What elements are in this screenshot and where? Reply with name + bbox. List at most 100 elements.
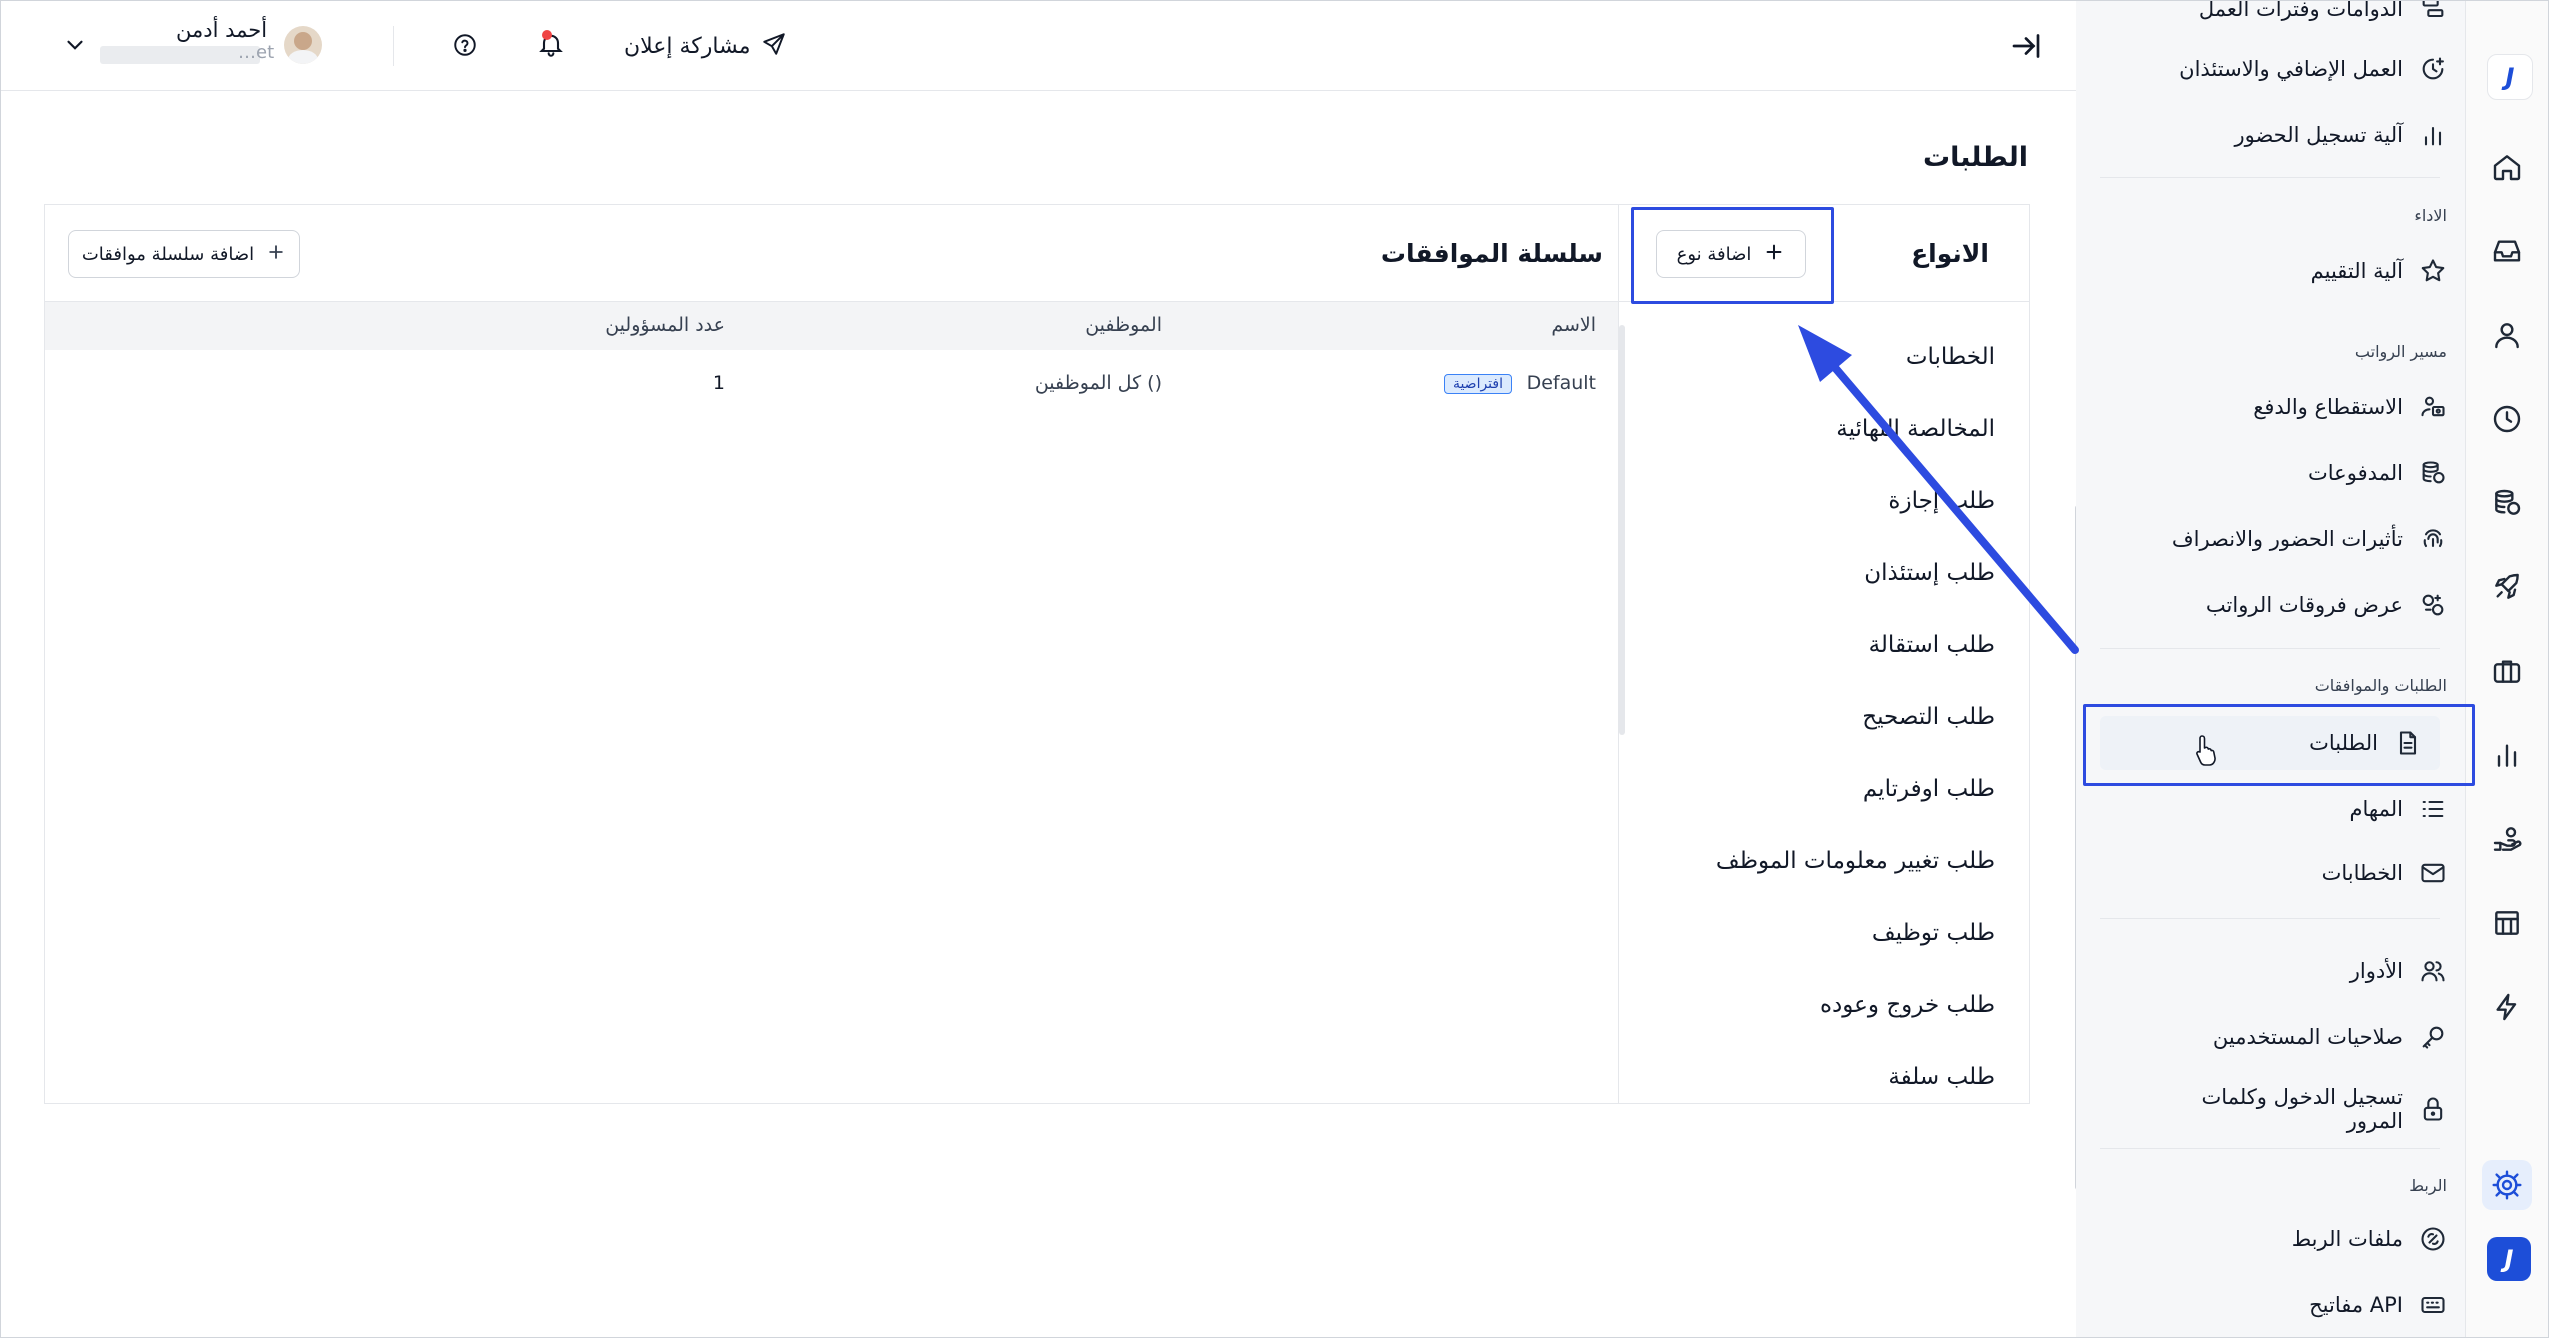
home-icon[interactable] [2486,146,2528,188]
column-header-admins-count: عدد المسؤولين [605,314,725,336]
annotation-arrow [1798,325,2079,654]
type-item[interactable]: طلب اوفرتايم [1863,776,1995,802]
collapse-sidebar-icon[interactable] [2008,28,2044,64]
nav-item-deductions[interactable]: الاستقطاع والدفع [2125,380,2465,434]
requests-panel: الانواع اضافة نوع الخطابات المخالصة النه… [44,204,2030,1104]
hand-money-icon[interactable] [2486,818,2528,860]
inbox-icon[interactable] [2486,230,2528,272]
nav-item-overtime[interactable]: العمل الإضافي والاستئذان [2125,42,2465,96]
share-announcement-button[interactable]: مشاركة إعلان [624,28,787,64]
notifications-bell-icon[interactable] [537,30,567,60]
bottom-logo[interactable]: J [2487,1237,2531,1281]
bottom-logo-letter: J [2504,1245,2514,1273]
rocket-icon[interactable] [2486,566,2528,608]
top-bar: مشاركة إعلان أحمد أدمن …et [0,0,2076,91]
key-icon [2417,1021,2449,1053]
list-icon [2417,793,2449,825]
row-admins-count: 1 [712,372,725,394]
type-item[interactable]: طلب التصحيح [1862,704,1995,730]
nav-item-attendance-method[interactable]: آلية تسجيل الحضور [2125,108,2465,162]
nav-item-salary-diff[interactable]: عرض فروقات الرواتب [2125,578,2465,632]
login-label-line2: المرور [2346,1109,2403,1133]
nav-divider [2100,648,2440,649]
type-item[interactable]: طلب خروج وعوده [1820,992,1995,1018]
column-header-name: الاسم [1551,314,1596,336]
add-approval-chain-label: اضافة سلسلة موافقات [81,243,255,265]
section-payroll: مسير الرواتب [2354,342,2447,361]
row-employees: كل الموظفين () [1034,372,1162,394]
bar-chart-icon [2417,119,2449,151]
shifts-icon [2417,0,2449,25]
keyboard-icon [2417,1289,2449,1321]
types-heading: الانواع [1911,239,1989,268]
clock-icon[interactable] [2486,398,2528,440]
nav-item-tasks[interactable]: المهام [2125,782,2465,836]
notification-dot [542,30,552,40]
logo-letter: J [2505,63,2515,91]
lightning-icon[interactable] [2486,986,2528,1028]
help-icon[interactable] [452,32,480,60]
user-sub-blurred [100,46,260,64]
login-label-line1: تسجيل الدخول وكلمات [2201,1085,2403,1109]
default-badge: افتراضية [1443,374,1512,394]
page-title: الطلبات [1922,142,2028,173]
add-type-label: اضافة نوع [1676,243,1752,265]
briefcase-icon[interactable] [2486,650,2528,692]
plus-icon [266,242,286,267]
hand-cursor-icon [2196,735,2216,766]
approvals-table-header: الاسم الموظفين عدد المسؤولين [45,302,1618,350]
user-icon[interactable] [2486,314,2528,356]
avatar[interactable] [284,26,322,64]
nav-item-attendance-effects[interactable]: تأثيرات الحضور والانصراف [2125,512,2465,566]
type-item[interactable]: طلب سلفة [1888,1064,1995,1090]
database-money-icon[interactable] [2486,482,2528,524]
settings-sidebar: الدوامات وفترات العمل العمل الإضافي والا… [2076,0,2465,1338]
section-requests: الطلبات والموافقات [2314,676,2447,695]
type-item[interactable]: طلب تغيير معلومات الموظف [1716,848,1995,874]
plus-icon [1763,241,1785,268]
users-icon [2417,955,2449,987]
nav-divider [2100,1148,2440,1149]
nav-item-evaluation[interactable]: آلية التقييم [2125,244,2465,298]
star-icon [2417,255,2449,287]
fingerprint-icon [2417,523,2449,555]
app-logo[interactable]: J [2487,54,2533,100]
table-row[interactable]: Default افتراضية كل الموظفين () 1 [45,350,1618,420]
chart-icon[interactable] [2486,734,2528,776]
nav-divider [2100,177,2440,178]
mail-icon [2417,857,2449,889]
row-name: Default [1526,372,1596,394]
topbar-separator [393,26,394,66]
user-name: أحمد أدمن [176,18,268,42]
nav-item-login[interactable]: تسجيل الدخول وكلمات المرور [2125,1078,2465,1140]
approvals-heading: سلسلة الموافقات [1380,239,1603,268]
section-performance: الاداء [2414,206,2447,225]
section-integration: الربط [2409,1176,2447,1195]
approvals-scrollbar[interactable] [1619,325,1625,735]
user-sub: …et [238,42,275,63]
nav-item-requests[interactable]: الطلبات [2100,716,2440,770]
nav-item-integration-files[interactable]: ملفات الربط [2125,1212,2465,1266]
chevron-down-icon[interactable] [62,32,90,60]
add-approval-chain-button[interactable]: اضافة سلسلة موافقات [68,230,300,278]
nav-item-letters[interactable]: الخطابات [2125,846,2465,900]
link-icon [2417,1223,2449,1255]
send-icon [761,31,787,61]
settings-gear-icon[interactable] [2482,1160,2532,1210]
people-money-icon [2417,391,2449,423]
building-icon[interactable] [2486,902,2528,944]
share-announcement-label: مشاركة إعلان [624,33,751,59]
nav-item-api-keys[interactable]: مفاتيح API [2125,1278,2465,1332]
diff-icon [2417,589,2449,621]
nav-item-shifts[interactable]: الدوامات وفترات العمل [2125,0,2465,36]
nav-divider [2100,918,2440,919]
type-item[interactable]: طلب توظيف [1872,920,1995,946]
column-header-employees: الموظفين [1085,314,1162,336]
nav-item-payments[interactable]: المدفوعات [2125,446,2465,500]
clock-plus-icon [2417,53,2449,85]
nav-item-roles[interactable]: الأدوار [2125,944,2465,998]
add-type-button[interactable]: اضافة نوع [1656,230,1806,278]
coins-icon [2417,457,2449,489]
lock-icon [2417,1093,2449,1125]
nav-item-permissions[interactable]: صلاحيات المستخدمين [2125,1010,2465,1064]
